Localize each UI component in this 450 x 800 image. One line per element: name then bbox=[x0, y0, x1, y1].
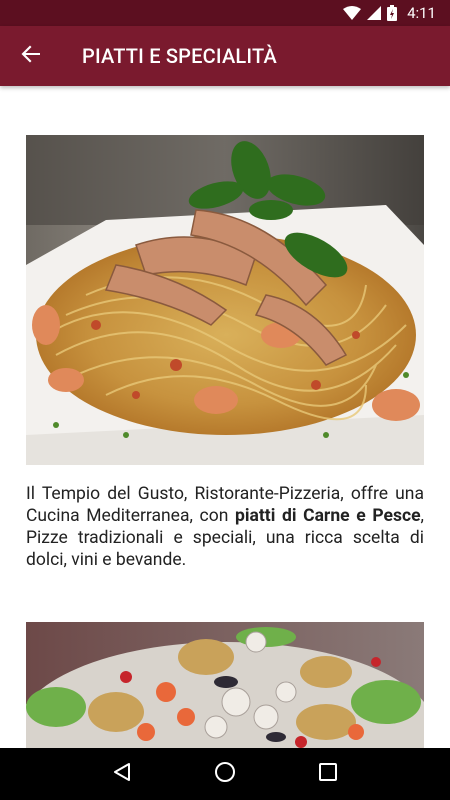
pasta-with-langoustines-photo bbox=[26, 135, 424, 465]
nav-back-button[interactable] bbox=[98, 750, 146, 798]
cell-signal-icon bbox=[367, 6, 382, 20]
back-button[interactable] bbox=[0, 26, 62, 86]
arrow-back-icon bbox=[21, 44, 41, 68]
description-text-bold: piatti di Carne e Pesce bbox=[235, 506, 421, 526]
system-nav-bar bbox=[0, 748, 450, 800]
status-time: 4:11 bbox=[407, 4, 436, 22]
restaurant-description: Il Tempio del Gusto, Ristorante-Pizzeria… bbox=[26, 483, 424, 571]
status-bar: 4:11 bbox=[0, 0, 450, 26]
back-triangle-icon bbox=[112, 762, 132, 786]
recents-square-icon bbox=[319, 763, 338, 785]
battery-charging-icon bbox=[387, 5, 398, 21]
app-bar: PIATTI E SPECIALITÀ bbox=[0, 26, 450, 86]
seafood-platter-photo bbox=[26, 622, 424, 748]
page-title: PIATTI E SPECIALITÀ bbox=[82, 44, 277, 68]
wifi-icon bbox=[343, 6, 362, 20]
nav-home-button[interactable] bbox=[201, 750, 249, 798]
nav-recents-button[interactable] bbox=[304, 750, 352, 798]
content-scroll-area[interactable]: Il Tempio del Gusto, Ristorante-Pizzeria… bbox=[0, 86, 450, 748]
home-circle-icon bbox=[214, 761, 236, 787]
